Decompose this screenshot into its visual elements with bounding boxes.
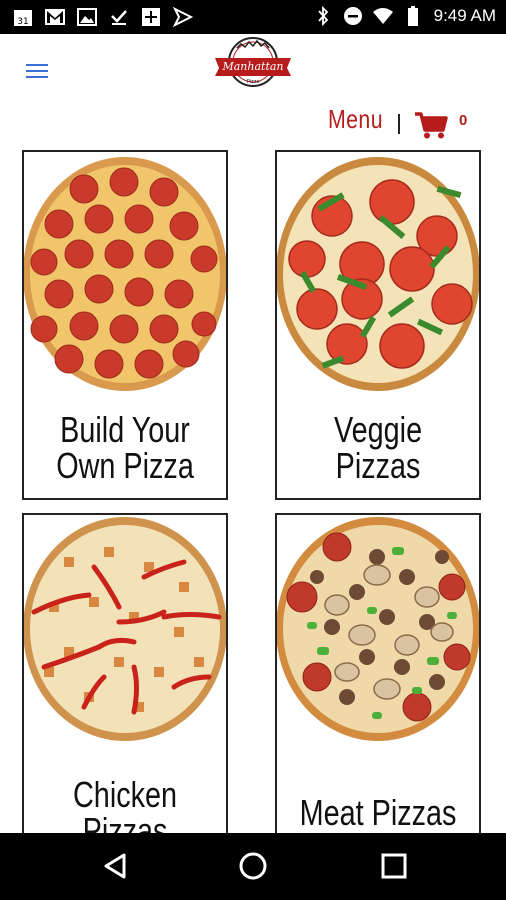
back-icon[interactable] bbox=[98, 851, 132, 881]
gallery-icon bbox=[76, 6, 98, 28]
download-done-icon bbox=[108, 6, 130, 28]
system-icons: 9:49 AM bbox=[312, 5, 496, 27]
divider bbox=[398, 114, 400, 134]
pepperoni-pizza-image bbox=[24, 157, 226, 391]
category-card-veggie[interactable]: Veggie Pizzas bbox=[275, 150, 481, 500]
meat-pizza-image bbox=[277, 517, 479, 741]
shopping-cart-icon[interactable] bbox=[414, 111, 448, 139]
send-icon bbox=[172, 6, 194, 28]
menu-link[interactable]: Menu bbox=[328, 104, 383, 135]
category-card-chicken[interactable]: Chicken Pizzas bbox=[22, 513, 228, 843]
category-card-build-your-own[interactable]: Build Your Own Pizza bbox=[22, 150, 228, 500]
do-not-disturb-icon bbox=[342, 5, 364, 27]
status-bar: 31 9:49 AM bbox=[0, 0, 506, 34]
navigation-bar bbox=[0, 833, 506, 900]
clock: 9:49 AM bbox=[433, 6, 496, 25]
calendar-icon: 31 bbox=[12, 6, 34, 28]
cart-count-badge: 0 bbox=[459, 112, 468, 129]
notification-icons: 31 bbox=[12, 6, 194, 28]
hamburger-menu-icon[interactable] bbox=[26, 64, 48, 78]
recents-icon[interactable] bbox=[377, 851, 411, 881]
gmail-icon bbox=[44, 6, 66, 28]
category-title: Build Your Own Pizza bbox=[56, 409, 194, 486]
bluetooth-icon bbox=[312, 5, 334, 27]
manhattan-pizza-logo[interactable]: Manhattan Pizza bbox=[213, 36, 293, 88]
svg-text:31: 31 bbox=[17, 17, 28, 27]
logo-text: Manhattan bbox=[221, 60, 283, 73]
chicken-pizza-image bbox=[24, 517, 226, 741]
menu-cart-row: Menu 0 bbox=[0, 104, 506, 142]
home-icon[interactable] bbox=[236, 851, 270, 881]
category-title: Meat Pizzas bbox=[299, 792, 457, 833]
category-title: Veggie Pizzas bbox=[333, 409, 423, 486]
wifi-icon bbox=[372, 5, 394, 27]
add-box-icon bbox=[140, 6, 162, 28]
veggie-pizza-image bbox=[277, 157, 479, 391]
app-header: Manhattan Pizza bbox=[0, 34, 506, 106]
category-card-meat[interactable]: Meat Pizzas bbox=[275, 513, 481, 843]
battery-icon bbox=[402, 5, 424, 27]
logo-subtext: Pizza bbox=[247, 79, 260, 85]
